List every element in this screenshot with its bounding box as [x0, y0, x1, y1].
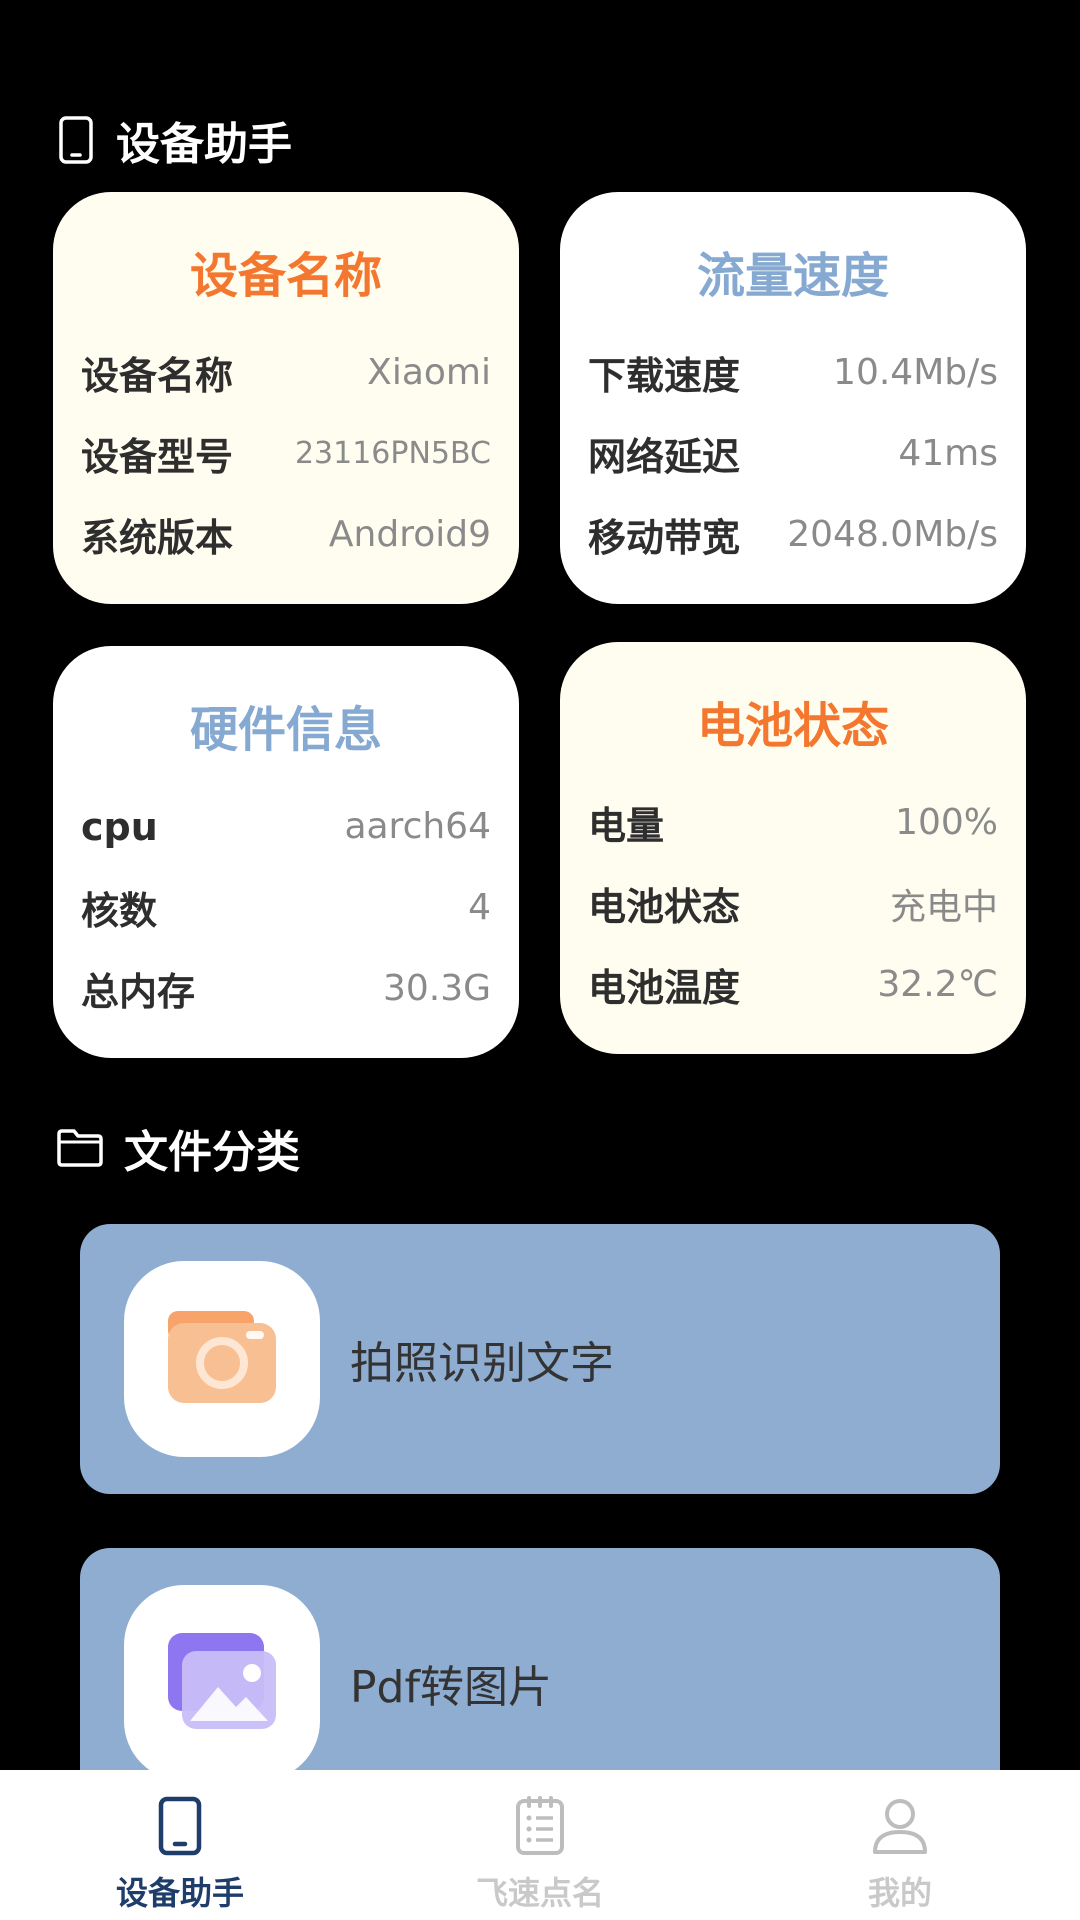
nav-label: 我的	[867, 1874, 932, 1912]
info-row: 下载速度 10.4Mb/s	[588, 332, 998, 413]
row-label: 总内存	[81, 970, 196, 1014]
battery-status-card[interactable]: 电池状态 电量 100% 电池状态 充电中 电池温度 32.2℃	[560, 642, 1026, 1054]
folder-icon	[56, 1124, 104, 1172]
camera-icon	[164, 1305, 280, 1413]
device-name-card[interactable]: 设备名称 设备名称 Xiaomi 设备型号 23116PN5BC 系统版本 An…	[53, 192, 519, 604]
section-title: 文件分类	[124, 1127, 300, 1178]
row-label: 系统版本	[81, 516, 234, 560]
row-value: 41ms	[898, 433, 998, 474]
info-row: 设备名称 Xiaomi	[81, 332, 491, 413]
nav-item-mine[interactable]: 我的	[720, 1770, 1080, 1920]
info-row: 总内存 30.3G	[81, 948, 491, 1029]
row-label: 网络延迟	[588, 435, 741, 479]
card-title: 硬件信息	[189, 702, 382, 758]
phone-icon	[56, 116, 96, 164]
row-value: Android9	[328, 514, 491, 555]
row-label: 电池温度	[588, 966, 741, 1010]
row-label: 核数	[81, 889, 158, 933]
row-value: 30.3G	[382, 968, 491, 1009]
info-row: 设备型号 23116PN5BC	[81, 413, 491, 494]
info-row: 系统版本 Android9	[81, 494, 491, 575]
nav-label: 设备助手	[115, 1874, 244, 1912]
list-icon	[508, 1794, 572, 1858]
row-label: 设备型号	[81, 435, 234, 479]
row-label: 电量	[588, 804, 665, 848]
info-row: 移动带宽 2048.0Mb/s	[588, 494, 998, 575]
image-icon	[164, 1629, 280, 1737]
info-row: 电池状态 充电中	[588, 863, 998, 944]
file-item-label: Pdf转图片	[350, 1662, 552, 1713]
info-row: 网络延迟 41ms	[588, 413, 998, 494]
file-icon-container	[124, 1585, 320, 1781]
section-header-device-assistant: 设备助手	[56, 108, 292, 172]
user-icon	[868, 1794, 932, 1858]
traffic-speed-card[interactable]: 流量速度 下载速度 10.4Mb/s 网络延迟 41ms 移动带宽 2048.0…	[560, 192, 1026, 604]
row-value: 32.2℃	[877, 964, 998, 1005]
phone-icon	[148, 1794, 212, 1858]
row-label: cpu	[81, 804, 158, 849]
card-title: 流量速度	[696, 248, 889, 304]
card-title: 电池状态	[696, 698, 889, 754]
info-row: 核数 4	[81, 867, 491, 948]
bottom-nav: 设备助手 飞速点名 我的	[0, 1770, 1080, 1920]
row-value: Xiaomi	[367, 352, 491, 393]
info-row: 电量 100%	[588, 782, 998, 863]
row-label: 移动带宽	[588, 516, 741, 560]
row-value: aarch64	[344, 806, 491, 847]
row-label: 设备名称	[81, 354, 234, 398]
row-value: 10.4Mb/s	[833, 352, 998, 393]
nav-item-fast-rollcall[interactable]: 飞速点名	[360, 1770, 720, 1920]
file-item-label: 拍照识别文字	[350, 1338, 614, 1389]
row-value: 2048.0Mb/s	[787, 514, 998, 555]
row-label: 下载速度	[588, 354, 741, 398]
nav-item-device-assistant[interactable]: 设备助手	[0, 1770, 360, 1920]
row-value: 充电中	[889, 886, 998, 928]
hardware-info-card[interactable]: 硬件信息 cpu aarch64 核数 4 总内存 30.3G	[53, 646, 519, 1058]
row-label: 电池状态	[588, 885, 741, 929]
info-row: 电池温度 32.2℃	[588, 944, 998, 1025]
nav-label: 飞速点名	[475, 1874, 604, 1912]
file-icon-container	[124, 1261, 320, 1457]
card-title: 设备名称	[189, 248, 382, 304]
file-item-photo-ocr[interactable]: 拍照识别文字	[80, 1224, 1000, 1494]
row-value: 4	[468, 887, 491, 928]
row-value: 100%	[895, 802, 998, 843]
info-row: cpu aarch64	[81, 786, 491, 867]
section-title: 设备助手	[116, 119, 292, 170]
section-header-file-category: 文件分类	[56, 1116, 300, 1180]
row-value: 23116PN5BC	[294, 436, 491, 471]
